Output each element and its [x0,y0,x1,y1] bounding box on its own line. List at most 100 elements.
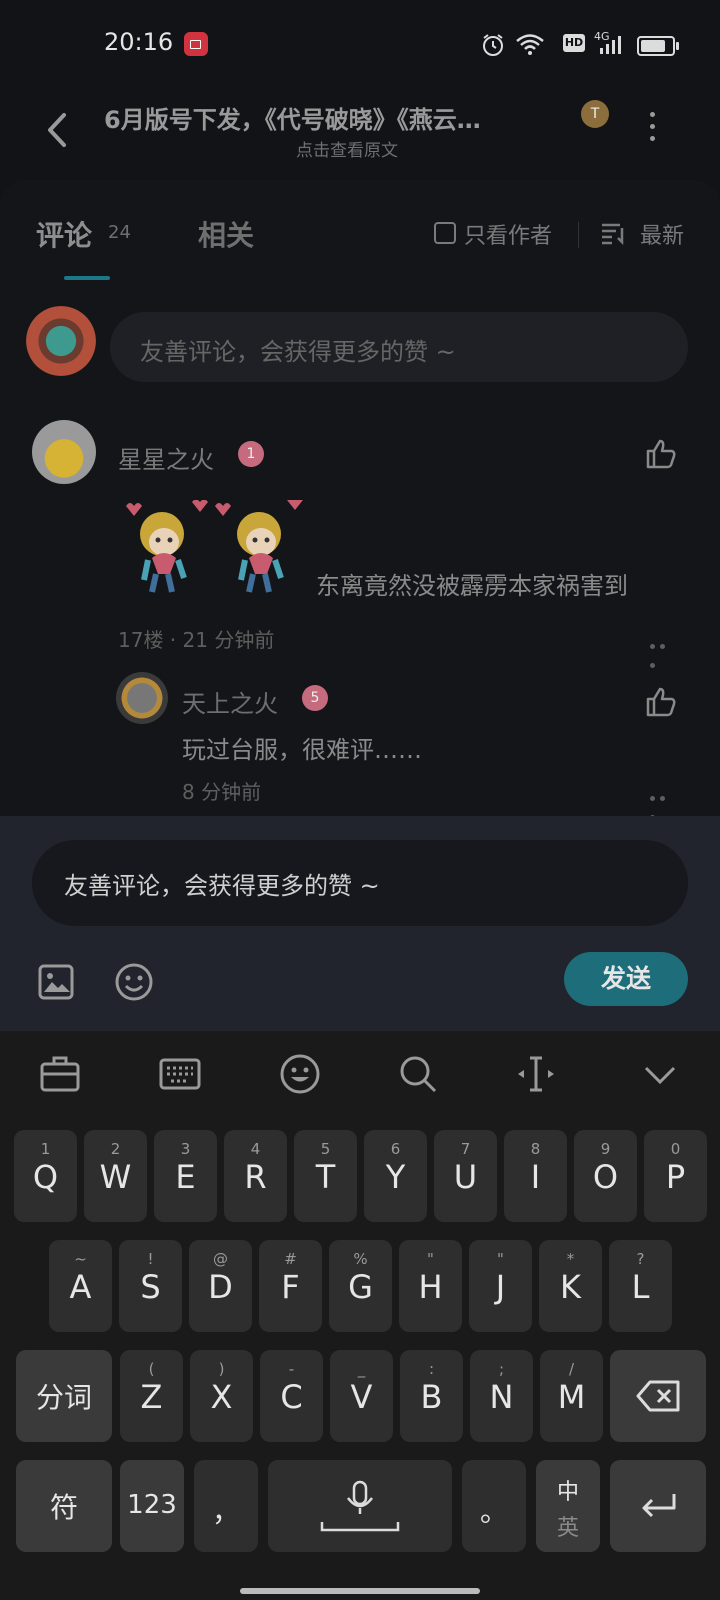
key-c[interactable]: -C [260,1350,323,1442]
key-d[interactable]: @ D [189,1240,252,1332]
key-g[interactable]: % G [329,1240,392,1332]
key-y[interactable]: 6Y [364,1130,427,1222]
tab-comments[interactable]: 评论 [36,214,92,254]
reply-avatar[interactable] [116,672,168,724]
key-letter: C [280,1378,303,1416]
comment-input-placeholder: 友善评论，会获得更多的赞 ~ [140,338,456,366]
key-letter: I [530,1158,541,1196]
enter-key[interactable] [610,1460,706,1552]
keyboard-layout-icon[interactable] [158,1052,202,1096]
view-original-link[interactable]: 点击查看原文 [296,136,398,161]
key-hint: 1 [40,1140,51,1158]
key-hint: ( [148,1360,155,1378]
key-x[interactable]: ) X [190,1350,253,1442]
key-l[interactable]: ? L [609,1240,672,1332]
hd-icon: HD [563,34,585,52]
key-z[interactable]: (Z [120,1350,183,1442]
keyboard-emoji-icon[interactable] [278,1052,322,1096]
key-letter: Z [140,1378,163,1416]
key-letter: W [99,1158,132,1196]
key-letter: J [495,1268,506,1306]
level-badge: 5 [302,685,328,711]
cursor-move-icon[interactable] [514,1052,558,1096]
send-button[interactable]: 发送 [564,952,688,1006]
segment-key[interactable]: 分词 [16,1350,112,1442]
microphone-icon [320,1480,400,1532]
key-w[interactable]: 2W [84,1130,147,1222]
author-only-checkbox[interactable] [434,222,456,244]
key-hint: - [288,1360,295,1378]
key-letter: Y [385,1158,406,1196]
key-hint: ~ [74,1250,87,1268]
enter-icon [642,1494,676,1518]
key-o[interactable]: 9O [574,1130,637,1222]
key-hint: * [566,1250,575,1268]
more-menu-icon[interactable] [650,112,656,142]
key-j[interactable]: " J [469,1240,532,1332]
tab-related[interactable]: 相关 [198,214,254,254]
key-r[interactable]: 4R [224,1130,287,1222]
comma-key[interactable]: ， [194,1460,258,1552]
space-key[interactable] [268,1460,452,1552]
key-hint: 3 [180,1140,191,1158]
author-only-label[interactable]: 只看作者 [464,218,552,250]
key-v[interactable]: _ V [330,1350,393,1442]
collapse-keyboard-icon[interactable] [638,1052,682,1096]
signal-icon [600,36,621,54]
sort-newest-label[interactable]: 最新 [640,218,684,250]
key-b[interactable]: :B [400,1350,463,1442]
keyboard-search-icon[interactable] [396,1052,440,1096]
key-t[interactable]: 5T [294,1130,357,1222]
back-arrow-icon[interactable] [38,105,78,155]
symbol-key[interactable]: 符 [16,1460,112,1552]
key-hint: 0 [670,1140,681,1158]
reply-author-name[interactable]: 天上之火 [182,684,278,719]
key-hint: 7 [460,1140,471,1158]
number-key[interactable]: 123 [120,1460,184,1552]
language-cn-label: 中 [556,1480,579,1505]
key-letter: H [418,1268,443,1306]
status-bar: 20:16 HD 4G [0,0,720,90]
wifi-icon [516,34,544,55]
key-hint: % [353,1250,368,1268]
like-icon[interactable] [644,437,678,471]
language-switch-key[interactable]: 中 英 [536,1460,600,1552]
key-letter: M [557,1378,586,1416]
key-m[interactable]: / M [540,1350,603,1442]
period-key[interactable]: 。 [462,1460,526,1552]
key-e[interactable]: 3E [154,1130,217,1222]
key-hint: _ [357,1360,366,1378]
image-icon[interactable] [38,964,74,1000]
toolbar-divider [578,222,579,248]
emoji-icon[interactable] [114,962,154,1002]
home-indicator[interactable] [240,1588,480,1594]
key-u[interactable]: 7U [434,1130,497,1222]
key-q[interactable]: 1Q [14,1130,77,1222]
comment-more-icon[interactable] [650,634,676,668]
key-hint: : [428,1360,435,1378]
key-p[interactable]: 0P [644,1130,707,1222]
key-a[interactable]: ~ A [49,1240,112,1332]
key-hint: 2 [110,1140,121,1158]
key-hint: 6 [390,1140,401,1158]
backspace-key[interactable] [610,1350,706,1442]
like-icon[interactable] [644,685,678,719]
key-h[interactable]: " H [399,1240,462,1332]
key-n[interactable]: ; N [470,1350,533,1442]
key-f[interactable]: # F [259,1240,322,1332]
key-hint: / [568,1360,575,1378]
toolbox-icon[interactable] [38,1052,82,1096]
key-s[interactable]: ! S [119,1240,182,1332]
key-letter: T [315,1158,336,1196]
article-title[interactable]: 6月版号下发，《代号破晓》《燕云… [104,100,481,135]
sort-icon[interactable] [600,220,626,246]
author-avatar[interactable]: T [581,100,609,128]
key-i[interactable]: 8I [504,1130,567,1222]
key-k[interactable]: * K [539,1240,602,1332]
reply-more-icon[interactable] [650,786,676,820]
segment-key-label: 分词 [35,1381,92,1414]
key-hint: ! [147,1250,154,1268]
commenter-avatar[interactable] [32,420,96,484]
active-tab-indicator [64,276,110,280]
commenter-name[interactable]: 星星之火 [118,440,214,475]
